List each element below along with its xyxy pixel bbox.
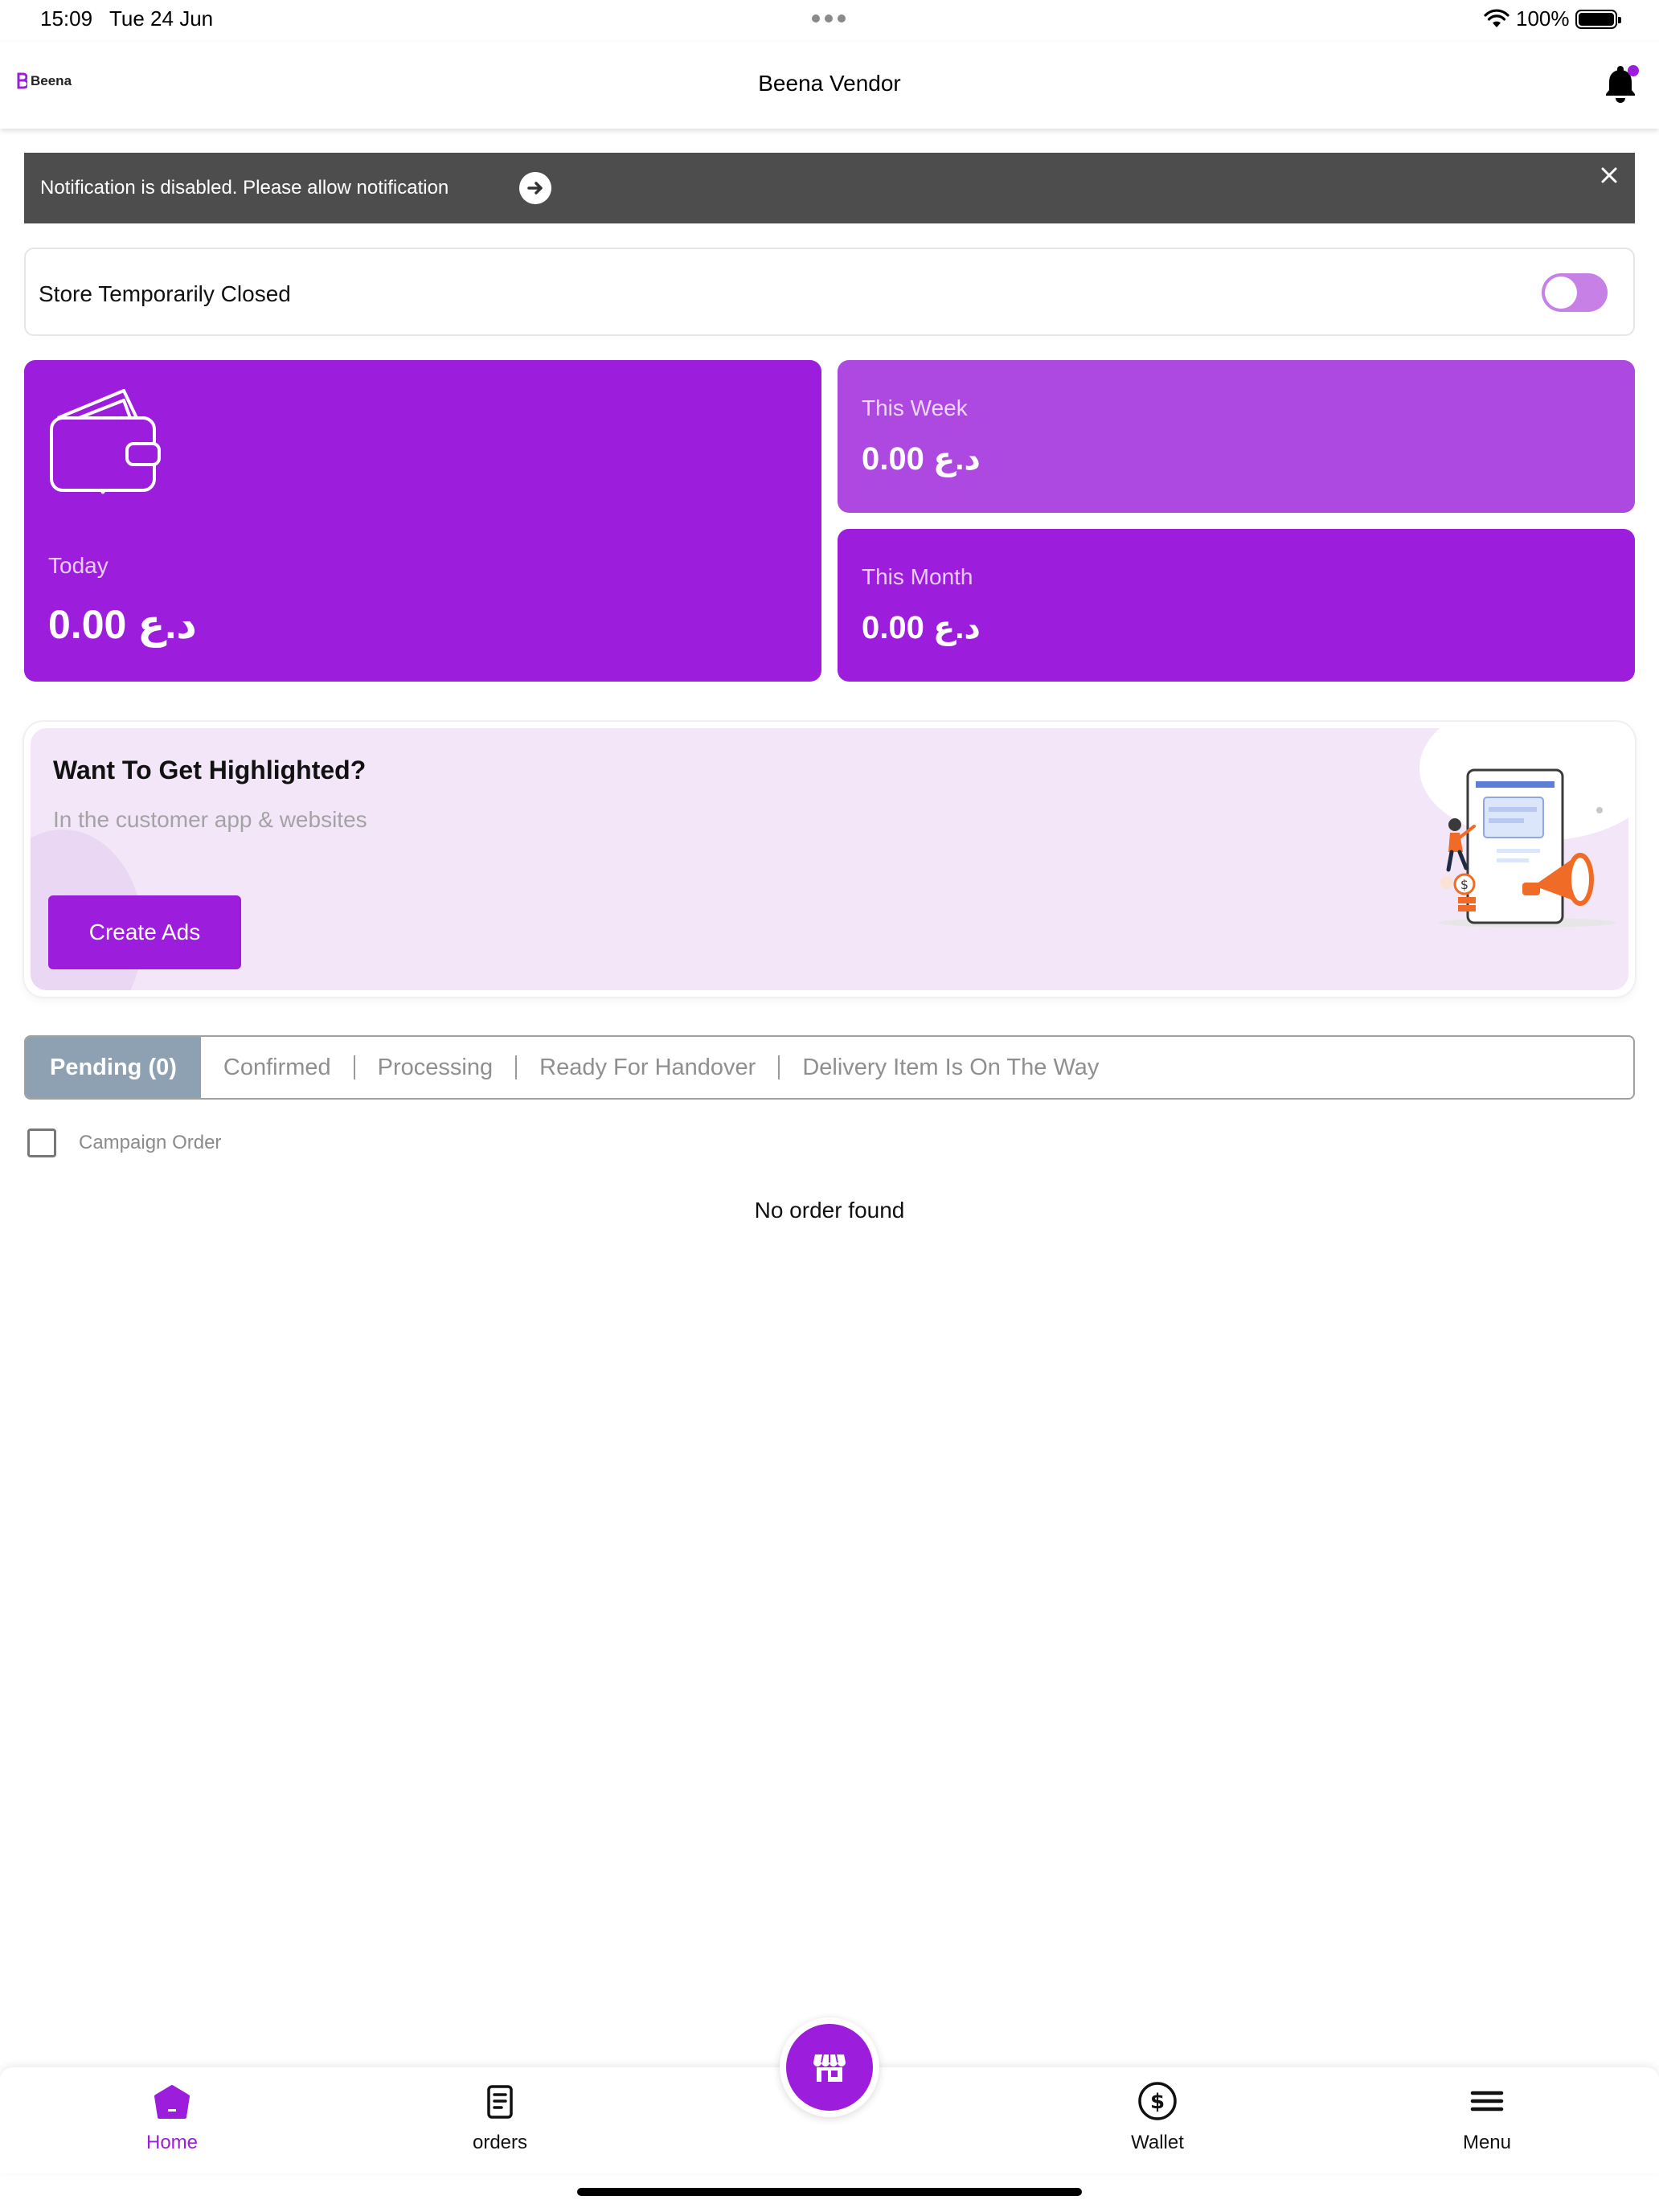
store-closed-toggle[interactable]	[1542, 273, 1608, 312]
home-icon	[154, 2085, 190, 2119]
today-earnings-card: Today 0.00 د.ع	[24, 360, 821, 682]
tab-delivery-on-the-way[interactable]: Delivery Item Is On The Way	[780, 1037, 1121, 1098]
order-status-tabs: Pending (0) Confirmed Processing Ready F…	[24, 1035, 1635, 1100]
status-time: 15:09	[40, 6, 93, 31]
nav-home[interactable]: Home	[92, 2082, 252, 2154]
week-earnings-card: This Week 0.00 د.ع	[838, 360, 1635, 513]
wifi-icon	[1484, 9, 1509, 27]
campaign-order-label: Campaign Order	[79, 1132, 222, 1153]
tab-pending[interactable]: Pending (0)	[26, 1037, 201, 1098]
svg-text:$: $	[1460, 877, 1469, 892]
svg-text:$: $	[1150, 2090, 1165, 2114]
month-value: 0.00 د.ع	[862, 610, 981, 645]
app-bar: Beena Beena Vendor	[0, 42, 1659, 129]
status-date: Tue 24 Jun	[109, 6, 214, 31]
notification-banner: Notification is disabled. Please allow n…	[24, 153, 1635, 223]
toggle-knob	[1545, 276, 1577, 309]
page-title: Beena Vendor	[758, 71, 901, 96]
nav-menu[interactable]: Menu	[1407, 2082, 1567, 2154]
campaign-order-filter: Campaign Order	[27, 1129, 221, 1157]
campaign-order-checkbox[interactable]	[27, 1129, 56, 1157]
today-value: 0.00 د.ع	[48, 602, 197, 647]
empty-orders-message: No order found	[754, 1198, 905, 1223]
battery-percent: 100%	[1516, 6, 1570, 31]
hamburger-menu-icon	[1470, 2091, 1504, 2112]
tab-ready-for-handover[interactable]: Ready For Handover	[517, 1037, 778, 1098]
close-icon[interactable]	[1596, 162, 1622, 188]
today-label: Today	[48, 553, 109, 578]
dollar-circle-icon: $	[1138, 2082, 1177, 2120]
month-earnings-card: This Month 0.00 د.ع	[838, 529, 1635, 682]
tab-confirmed[interactable]: Confirmed	[201, 1037, 354, 1098]
tab-processing[interactable]: Processing	[355, 1037, 515, 1098]
store-status-label: Store Temporarily Closed	[39, 281, 291, 306]
multitask-dots-icon[interactable]	[812, 14, 846, 23]
home-indicator[interactable]	[577, 2188, 1082, 2196]
nav-orders[interactable]: orders	[420, 2082, 580, 2154]
nav-wallet-label: Wallet	[1131, 2132, 1184, 2153]
week-label: This Week	[862, 395, 968, 420]
nav-orders-label: orders	[472, 2132, 528, 2153]
store-status-card: Store Temporarily Closed	[24, 248, 1635, 336]
ads-subtitle: In the customer app & websites	[53, 807, 367, 832]
ads-title: Want To Get Highlighted?	[53, 756, 367, 784]
arrow-right-icon[interactable]	[519, 172, 551, 204]
battery-icon	[1575, 10, 1621, 29]
nav-home-label: Home	[145, 2132, 199, 2153]
bell-icon[interactable]	[1601, 63, 1640, 104]
week-value: 0.00 د.ع	[862, 441, 981, 477]
store-icon	[813, 2054, 846, 2082]
orders-icon	[487, 2085, 513, 2119]
advertising-illustration: $	[1439, 768, 1616, 928]
month-label: This Month	[862, 564, 973, 589]
nav-menu-label: Menu	[1462, 2132, 1512, 2153]
ads-promo-card: Want To Get Highlighted? In the customer…	[24, 722, 1635, 997]
notification-text: Notification is disabled. Please allow n…	[40, 177, 449, 199]
status-bar: 15:09 Tue 24 Jun 100%	[0, 0, 1659, 39]
create-ads-button[interactable]: Create Ads	[48, 895, 241, 969]
nav-wallet[interactable]: $ Wallet	[1077, 2082, 1238, 2154]
store-fab-button[interactable]	[780, 2017, 879, 2117]
wallet-icon	[50, 389, 161, 494]
